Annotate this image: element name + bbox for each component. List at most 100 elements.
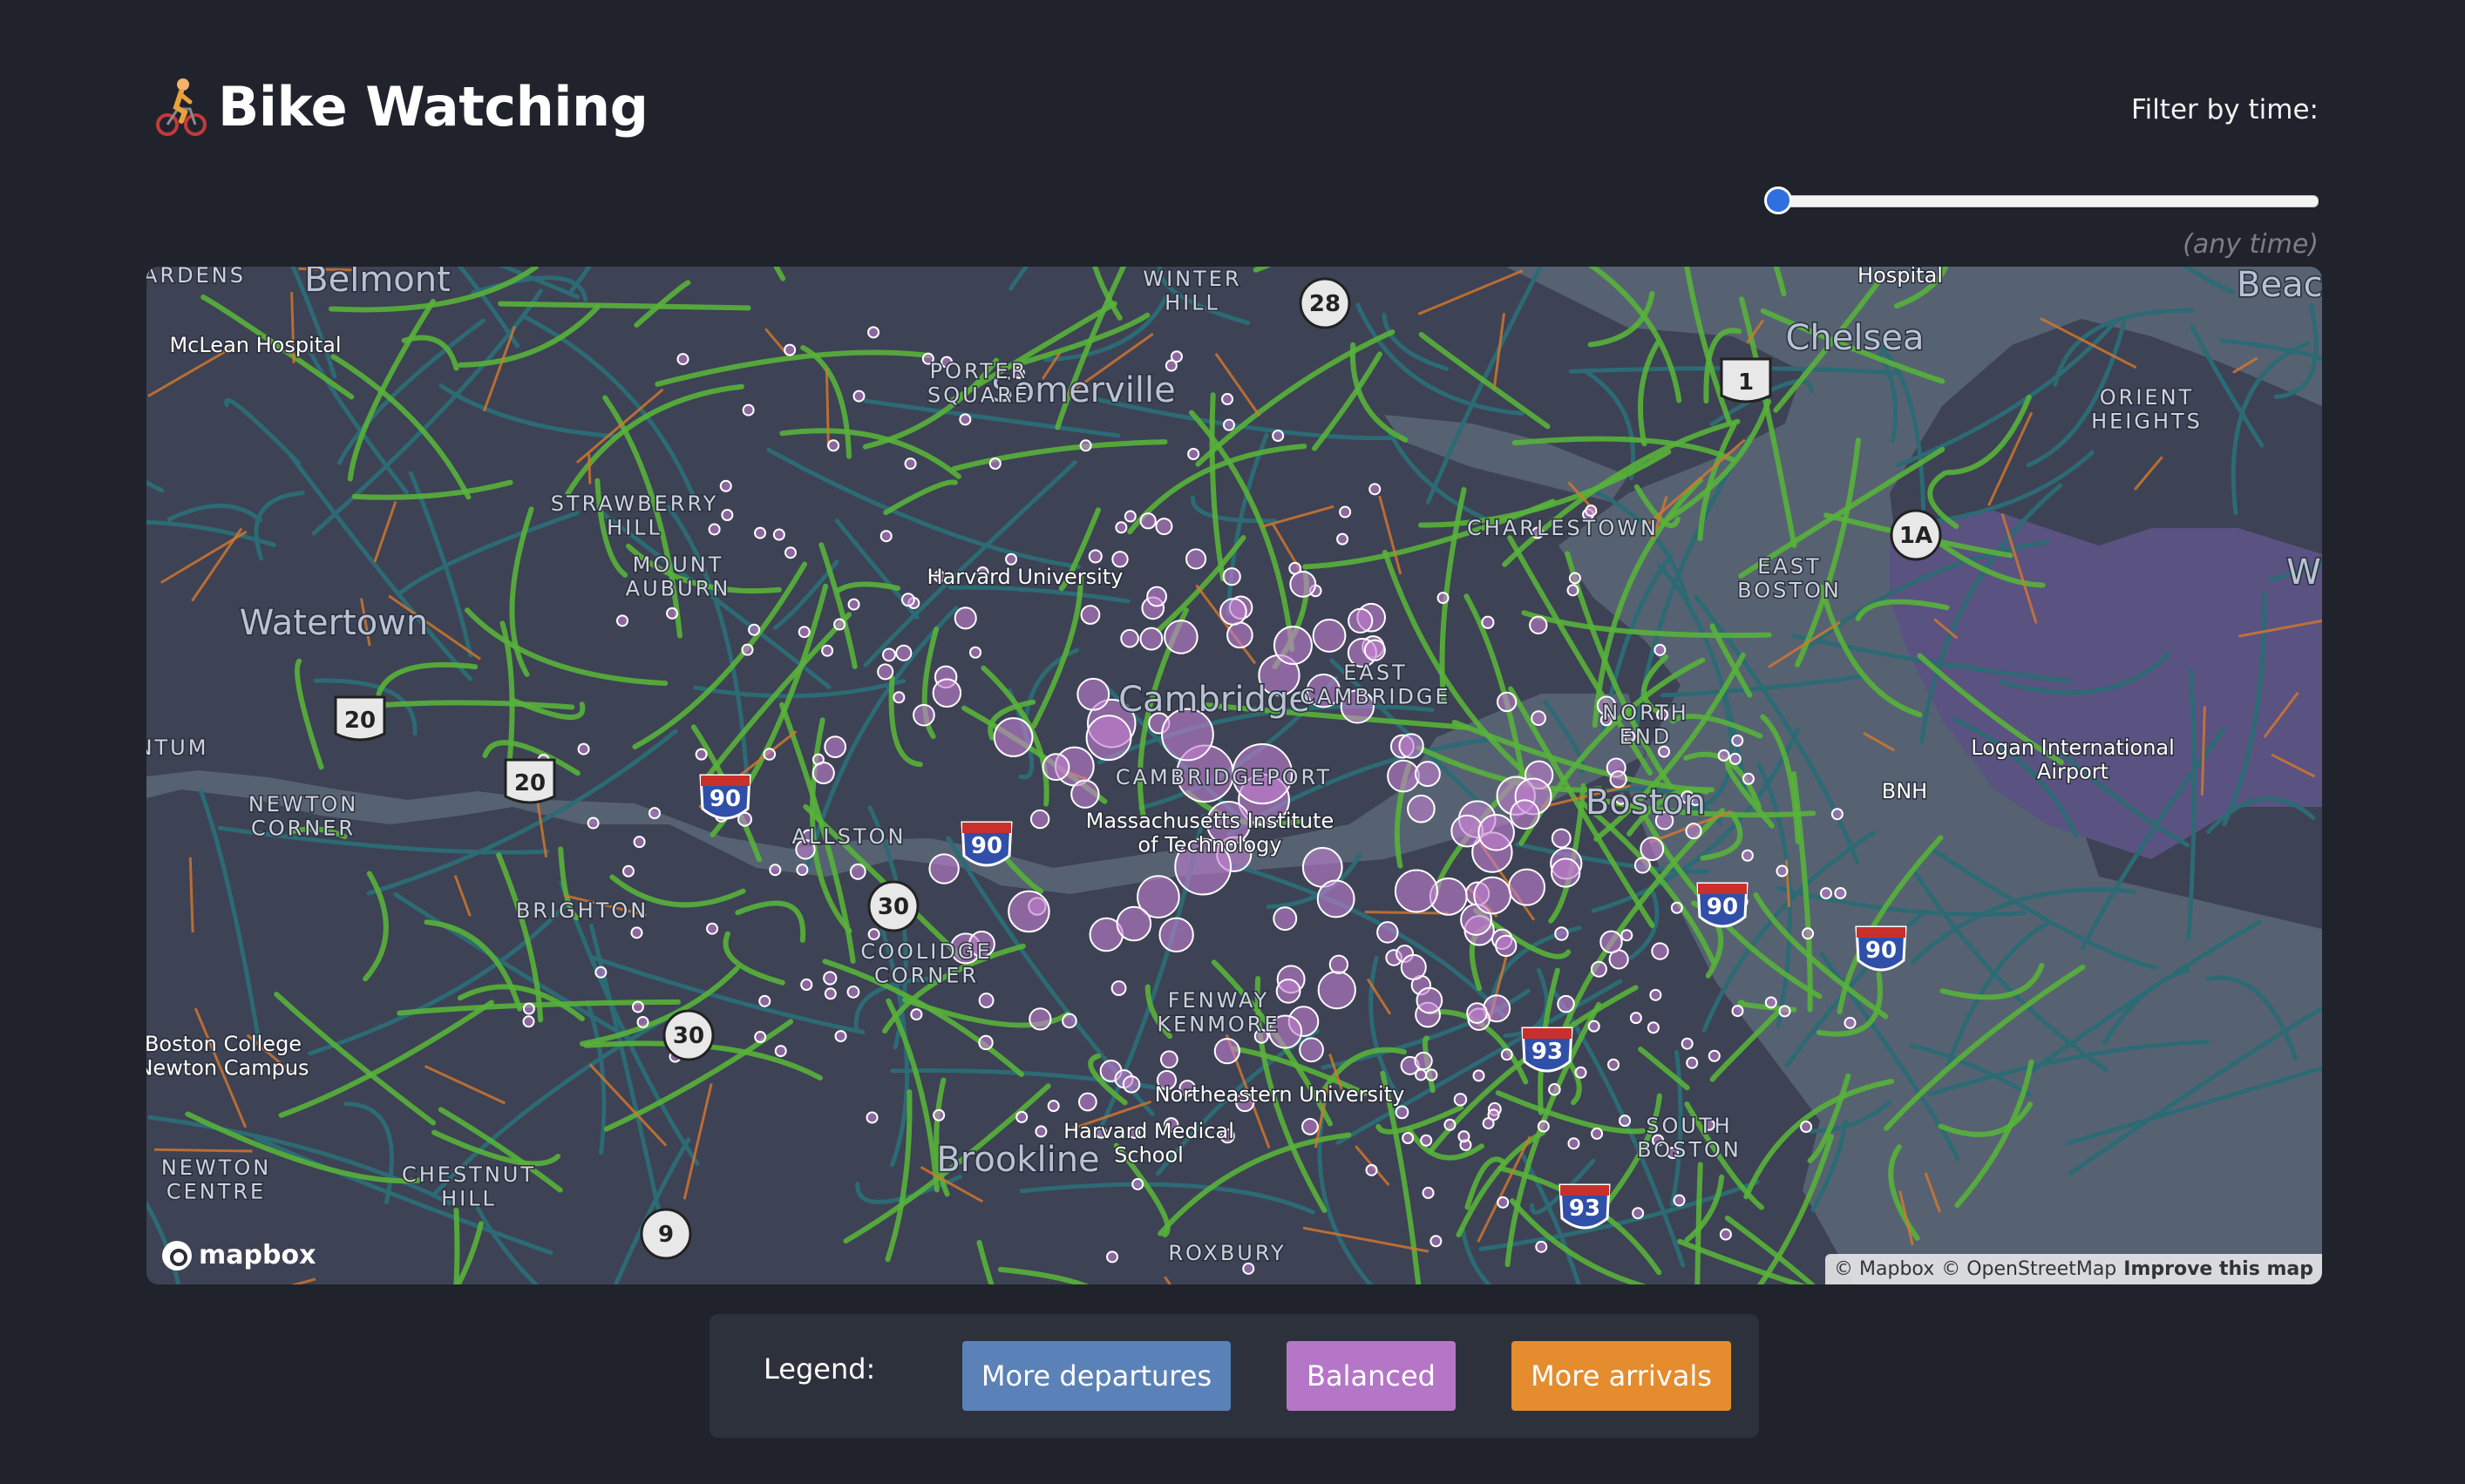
station-marker[interactable] [1599,930,1623,954]
station-marker[interactable] [721,509,734,522]
station-marker[interactable] [1395,1105,1409,1120]
station-marker[interactable] [1568,572,1581,585]
station-marker[interactable] [866,1111,879,1124]
station-marker[interactable] [1139,627,1164,651]
station-marker[interactable] [1686,1056,1699,1069]
station-marker[interactable] [1289,570,1317,598]
station-marker[interactable] [1481,615,1495,629]
station-marker[interactable] [1566,584,1579,597]
station-marker[interactable] [913,703,935,727]
station-marker[interactable] [1473,876,1511,915]
station-marker[interactable] [1085,715,1132,762]
station-marker[interactable] [1731,1005,1744,1018]
station-marker[interactable] [1222,418,1235,431]
station-marker[interactable] [1035,1125,1048,1138]
station-marker[interactable] [1219,598,1247,626]
station-marker[interactable] [1443,1118,1457,1131]
station-marker[interactable] [1317,970,1356,1010]
station-marker[interactable] [1487,1108,1500,1121]
station-marker[interactable] [1632,1207,1645,1220]
station-marker[interactable] [1776,864,1789,878]
station-marker[interactable] [769,864,782,877]
station-marker[interactable] [784,343,797,356]
station-marker[interactable] [904,457,917,471]
station-marker[interactable] [1221,393,1234,406]
station-marker[interactable] [1124,510,1137,523]
station-marker[interactable] [1407,794,1436,823]
station-marker[interactable] [1348,607,1374,634]
station-marker[interactable] [1047,1100,1060,1113]
station-marker[interactable] [1115,521,1128,534]
station-marker[interactable] [1394,869,1438,913]
station-marker[interactable] [1116,905,1152,942]
station-marker[interactable] [933,1108,946,1121]
station-marker[interactable] [1139,512,1157,530]
station-marker[interactable] [1272,430,1285,443]
station-marker[interactable] [867,326,880,339]
station-marker[interactable] [754,526,767,539]
station-marker[interactable] [1222,567,1241,586]
station-marker[interactable] [1422,1186,1435,1199]
map-canvas[interactable]: BelmontSomervilleChelseaWatertownCambrid… [146,267,2322,1284]
time-slider[interactable] [1764,184,2319,219]
station-marker[interactable] [895,644,913,661]
station-marker[interactable] [1275,979,1301,1004]
station-marker[interactable] [1619,1115,1632,1128]
station-marker[interactable] [1472,1069,1485,1082]
station-marker[interactable] [1042,753,1070,782]
station-marker[interactable] [1717,749,1730,762]
station-marker[interactable] [1509,799,1540,830]
station-marker[interactable] [824,735,847,758]
station-marker[interactable] [932,678,962,708]
station-marker[interactable] [1548,1083,1561,1096]
slider-thumb[interactable] [1764,186,1793,214]
station-marker[interactable] [1567,1137,1580,1150]
map[interactable]: Belmont Somerville Chelsea Watertown Cambrid… [146,267,2322,1284]
station-marker[interactable] [1106,1250,1119,1264]
station-marker[interactable] [1477,813,1515,851]
station-marker[interactable] [1651,942,1669,960]
station-marker[interactable] [621,864,635,878]
station-marker[interactable] [1590,960,1607,978]
station-marker[interactable] [1670,901,1683,914]
station-marker[interactable] [1273,906,1298,932]
station-marker[interactable] [893,691,906,704]
station-marker[interactable] [1078,1092,1097,1112]
station-marker[interactable] [1158,917,1194,952]
station-marker[interactable] [1079,439,1092,452]
station-marker[interactable] [910,1008,923,1021]
station-marker[interactable] [882,647,896,662]
station-marker[interactable] [900,593,915,607]
station-marker[interactable] [1728,752,1742,765]
station-marker[interactable] [800,978,813,992]
station-marker[interactable] [959,413,972,426]
station-marker[interactable] [1213,1038,1240,1065]
station-marker[interactable] [1585,505,1598,518]
station-marker[interactable] [928,853,960,884]
station-marker[interactable] [748,623,761,636]
station-marker[interactable] [630,926,643,939]
station-marker[interactable] [1165,359,1178,372]
station-marker[interactable] [827,439,840,452]
station-marker[interactable] [849,863,866,880]
station-marker[interactable] [616,614,629,627]
station-marker[interactable] [1681,1037,1694,1050]
station-marker[interactable] [1029,1007,1052,1031]
station-marker[interactable] [1742,772,1755,785]
station-marker[interactable] [988,457,1002,470]
station-marker[interactable] [1764,996,1777,1009]
station-marker[interactable] [879,530,893,543]
station-marker[interactable] [978,1034,994,1051]
station-marker[interactable] [1005,552,1018,566]
station-marker[interactable] [1531,710,1546,727]
station-marker[interactable] [1436,592,1450,605]
station-marker[interactable] [1647,1021,1660,1034]
station-marker[interactable] [522,1002,535,1015]
station-marker[interactable] [695,748,708,761]
station-marker[interactable] [1029,809,1050,830]
station-marker[interactable] [867,928,880,941]
station-marker[interactable] [754,1031,767,1044]
station-marker[interactable] [636,1015,649,1028]
station-marker[interactable] [1429,1235,1443,1248]
station-marker[interactable] [708,523,721,536]
